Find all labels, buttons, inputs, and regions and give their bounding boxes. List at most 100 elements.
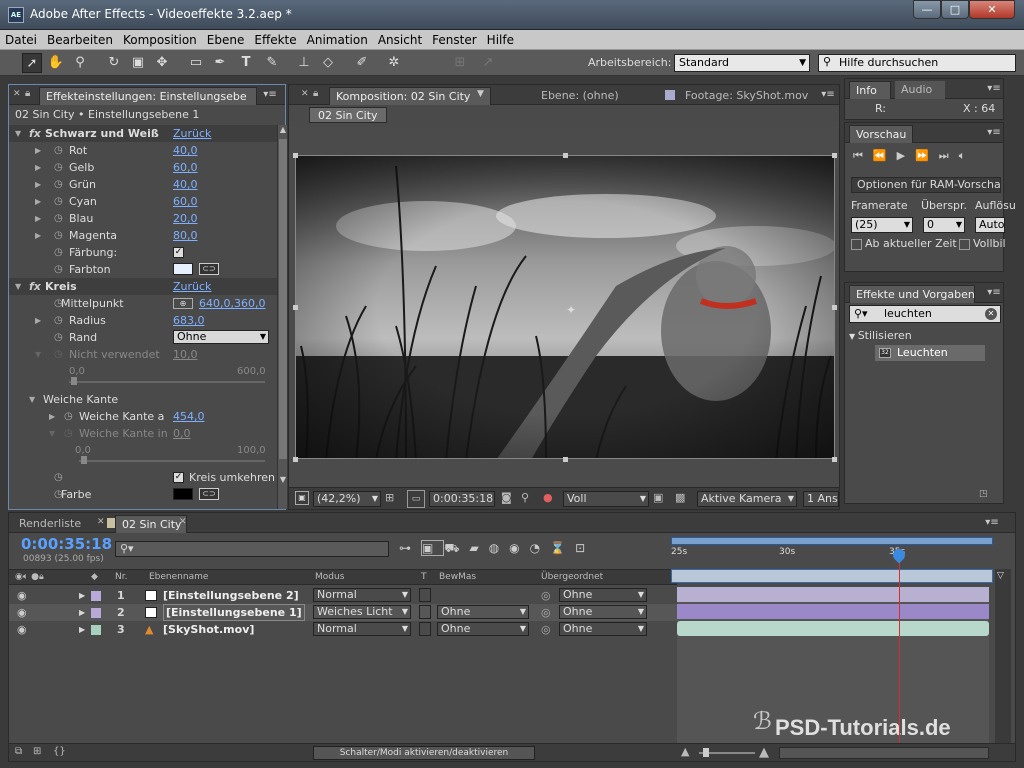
zoom-in-icon[interactable]: ▲	[759, 745, 769, 760]
always-preview-icon[interactable]: ▣	[295, 491, 309, 505]
maximize-button[interactable]: □	[941, 0, 969, 19]
soft-edge-group-row[interactable]: ▼ Weiche Kante	[9, 391, 277, 408]
hue-color-swatch[interactable]	[173, 263, 193, 275]
expand-triangle-icon[interactable]: ▶	[35, 193, 41, 210]
time-ruler[interactable]	[671, 569, 993, 583]
tab-comp-timeline[interactable]: 02 Sin City	[115, 515, 187, 533]
table-row[interactable]: ◉ ▶ 3 ▲ [SkyShot.mov] Normal ▼ Ohne ▼ ◎ Oh…	[9, 621, 677, 638]
reset-link[interactable]: Zurück	[173, 125, 211, 142]
mask-visibility-icon[interactable]: ▭	[407, 490, 425, 508]
trkmat-dropdown[interactable]: Ohne ▼	[437, 622, 529, 636]
show-snapshot-icon[interactable]: ⚲	[521, 491, 529, 504]
menu-ansicht[interactable]: Ansicht	[373, 30, 427, 50]
close-button[interactable]: ✕	[969, 0, 1015, 19]
collapse-triangle-icon[interactable]: ▼	[849, 332, 858, 341]
panel-menu-icon[interactable]: ▾≡	[819, 89, 837, 101]
pan-behind-icon[interactable]: ✥	[152, 53, 172, 73]
stopwatch-icon[interactable]: ◷	[64, 408, 73, 425]
fullscreen-checkbox[interactable]	[959, 239, 970, 250]
expand-triangle-icon[interactable]: ▶	[79, 621, 85, 638]
fx-icon[interactable]: fx	[29, 125, 41, 142]
menu-hilfe[interactable]: Hilfe	[482, 30, 519, 50]
eye-icon[interactable]: ◉	[17, 621, 27, 638]
audio-icon[interactable]: 🔈︎	[959, 149, 976, 162]
mode-dropdown[interactable]: Weiches Licht ▼	[313, 605, 411, 619]
param-value[interactable]: 40,0	[173, 176, 198, 193]
stopwatch-icon[interactable]: ◷	[54, 176, 63, 193]
tab-vorschau[interactable]: Vorschau	[849, 125, 913, 143]
transform-handle[interactable]	[563, 457, 568, 462]
puppet-pin-icon[interactable]: ✲	[384, 53, 404, 73]
mode-dropdown[interactable]: Normal ▼	[313, 622, 411, 636]
transform-handle[interactable]	[563, 153, 568, 158]
camera-icon[interactable]: ▣	[128, 53, 148, 73]
crosshair-icon[interactable]: ⊕	[173, 298, 193, 309]
expand-triangle-icon[interactable]: ▶	[35, 159, 41, 176]
effects-search-input[interactable]: ⚲▾ leuchten ✕	[849, 305, 1001, 323]
comp-frame[interactable]: ✦	[295, 155, 835, 459]
stopwatch-icon[interactable]: ◷	[54, 469, 63, 486]
soft-edge-value[interactable]: 454,0	[173, 408, 205, 425]
tab-effects-presets[interactable]: Effekte und Vorgaben	[849, 285, 975, 303]
frame-blending-icon[interactable]: ▰	[469, 541, 488, 555]
parent-dropdown[interactable]: Ohne ▼	[559, 622, 647, 636]
tab-render-queue[interactable]: Renderliste	[13, 515, 91, 533]
stopwatch-icon[interactable]: ◷	[54, 227, 63, 244]
close-tab-icon[interactable]: ✕	[301, 89, 309, 99]
rectangle-icon[interactable]: ▭	[186, 53, 206, 73]
mode-dropdown[interactable]: Normal ▼	[313, 588, 411, 602]
layer-name[interactable]: [Einstellungsebene 2]	[163, 587, 299, 604]
parent-dropdown[interactable]: Ohne ▼	[559, 588, 647, 602]
effect-header-kreis[interactable]: ▼ fx Kreis Zurück	[9, 278, 277, 295]
last-frame-icon[interactable]: ⏭	[939, 149, 959, 162]
roto-brush-icon[interactable]: ✐	[352, 53, 372, 73]
stopwatch-icon[interactable]: ◷	[54, 142, 63, 159]
stopwatch-icon[interactable]: ◷	[54, 159, 63, 176]
tint-checkbox[interactable]: ✓	[173, 247, 184, 258]
stopwatch-icon[interactable]: ◷	[54, 193, 63, 210]
expand-triangle-icon[interactable]: ▶	[35, 227, 41, 244]
first-frame-icon[interactable]: ⏮	[853, 149, 873, 162]
layer-switches-icon[interactable]: ⧉	[15, 746, 22, 757]
preserve-transparency[interactable]	[419, 605, 431, 619]
pickwhip-icon[interactable]: ◎	[541, 621, 551, 638]
panel-menu-icon[interactable]: ▾≡	[985, 287, 1003, 299]
preserve-transparency[interactable]	[419, 622, 431, 636]
lock-icon[interactable]: 🔒︎	[313, 88, 318, 99]
param-value[interactable]: 60,0	[173, 159, 198, 176]
param-value[interactable]: 40,0	[173, 142, 198, 159]
radius-value[interactable]: 683,0	[173, 312, 205, 329]
zoom-dropdown[interactable]: (42,2%) ▼	[313, 491, 381, 507]
from-current-checkbox[interactable]	[851, 239, 862, 250]
draft-3d-icon[interactable]: ▣	[421, 540, 445, 556]
menu-animation[interactable]: Animation	[302, 30, 373, 50]
transform-handle[interactable]	[832, 305, 837, 310]
snapshot-icon[interactable]: ◙	[501, 491, 512, 504]
timeline-timecode[interactable]: 0:00:35:18	[21, 535, 112, 553]
transform-handle[interactable]	[832, 457, 837, 462]
auto-keyframe-icon[interactable]: ⌛	[550, 541, 575, 555]
resolution-dropdown[interactable]: Voll ▼	[563, 491, 649, 507]
layer-bar[interactable]	[677, 587, 989, 602]
shy-icon[interactable]: ⛟	[444, 541, 469, 555]
effects-scrollbar[interactable]: ▲ ▼	[277, 125, 287, 509]
expand-triangle-icon[interactable]: ▶	[35, 142, 41, 159]
rotate-icon[interactable]: ↻	[104, 53, 124, 73]
channels-icon[interactable]: ●	[543, 491, 553, 504]
pickwhip-icon[interactable]: ◎	[541, 587, 551, 604]
layer-bar[interactable]	[677, 604, 989, 619]
eyedropper-icon[interactable]: ⊂⊃	[199, 263, 219, 275]
close-tab-icon[interactable]: ✕	[13, 89, 21, 99]
brainstorm-icon[interactable]: ◔	[530, 541, 550, 555]
table-row[interactable]: ◉ ▶ 1 [Einstellungsebene 2] Normal ▼ ◎ Oh…	[9, 587, 677, 604]
effect-header-schwarz-weiss[interactable]: ▼ fx Schwarz und Weiß Zurück	[9, 125, 277, 142]
region-of-interest-icon[interactable]: ▣	[653, 491, 663, 504]
menu-fenster[interactable]: Fenster	[427, 30, 482, 50]
expand-triangle-icon[interactable]: ▶	[35, 210, 41, 227]
panel-menu-icon[interactable]: ▾≡	[261, 89, 279, 101]
safe-zones-icon[interactable]: ⊞	[385, 491, 394, 504]
table-row[interactable]: ◉ ▶ 2 [Einstellungsebene 1] Weiches Lich…	[9, 604, 677, 621]
color-swatch[interactable]	[173, 488, 193, 500]
skip-dropdown[interactable]: 0 ▼	[923, 217, 965, 233]
timeline-search-input[interactable]: ⚲▾	[115, 541, 389, 557]
